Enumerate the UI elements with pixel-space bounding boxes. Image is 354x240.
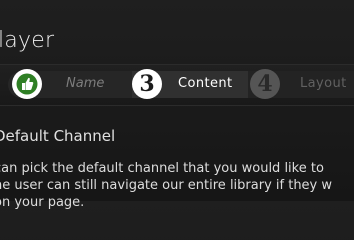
description-line: on your page.: [0, 195, 85, 210]
description-line: he user can still navigate our entire li…: [0, 178, 333, 193]
step-layout-number[interactable]: 4: [250, 69, 280, 99]
step-name-label[interactable]: Name: [66, 76, 104, 91]
section-description: can pick the default channel that you wo…: [0, 160, 354, 211]
thumbs-up-icon[interactable]: [12, 69, 42, 99]
page-title: layer: [0, 28, 55, 53]
step-content-label[interactable]: Content: [178, 76, 233, 91]
step-content-number[interactable]: 3: [132, 69, 162, 99]
section-heading: Default Channel: [0, 127, 116, 145]
description-line: can pick the default channel that you wo…: [0, 161, 324, 176]
step-layout-label[interactable]: Layout: [300, 76, 347, 91]
